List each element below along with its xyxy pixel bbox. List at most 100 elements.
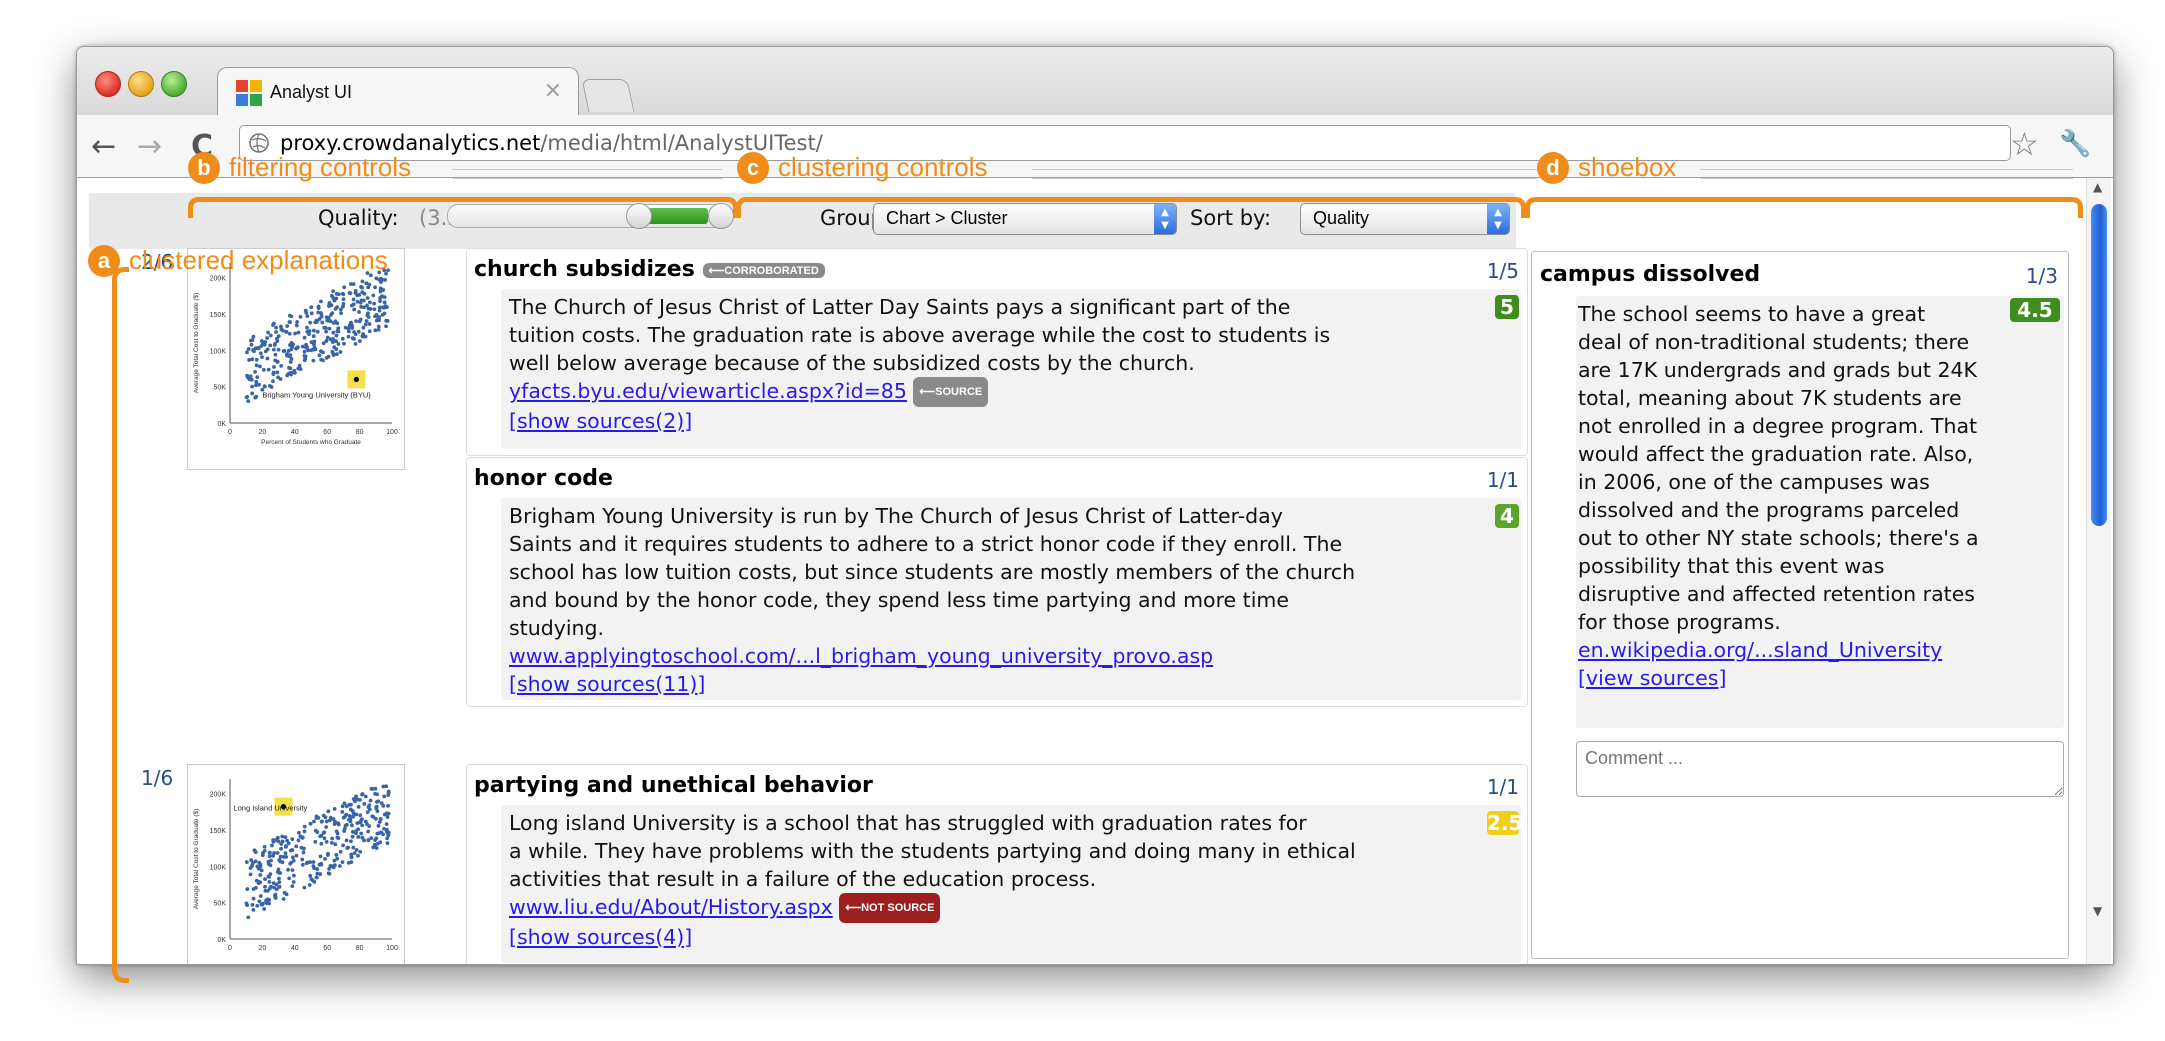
- scatter-chart: 0K 50K 100K 150K 200K 0 20 40 60 80 100 Average Tot…: [193, 779, 398, 952]
- scatter-point: [273, 838, 278, 843]
- scatter-thumbnail[interactable]: 0K 50K 100K 150K 200K 0 20 40 60 80 100 Average Tot…: [187, 248, 405, 470]
- corroborated-tag[interactable]: ⟵CORROBORATED: [702, 262, 825, 278]
- explanation-text: Long island University is a school that …: [509, 809, 1356, 951]
- scatter-point: [290, 855, 295, 860]
- scatter-point: [302, 349, 307, 354]
- scatter-point: [267, 875, 271, 879]
- bookmark-star-icon[interactable]: ☆: [2010, 125, 2039, 163]
- scatter-point: [351, 297, 356, 302]
- scatter-point: [327, 871, 332, 876]
- scatter-point: [287, 876, 292, 881]
- scatter-point: [323, 815, 328, 820]
- scatter-point: [277, 858, 282, 862]
- wrench-icon[interactable]: 🔧: [2059, 129, 2091, 159]
- annotation-b-leader: [452, 169, 722, 179]
- show-sources-link[interactable]: [show sources(11)]: [509, 670, 1355, 698]
- tab-close-icon[interactable]: ×: [544, 78, 562, 103]
- x-tick-label: 40: [291, 945, 299, 952]
- close-window-button[interactable]: [95, 71, 121, 97]
- text-line: deal of non-traditional students; there: [1578, 330, 1970, 354]
- minimize-window-button[interactable]: [128, 71, 154, 97]
- scatter-point: [266, 330, 270, 335]
- scatter-point: [321, 350, 325, 355]
- scatter-point: [245, 887, 250, 891]
- annotation-b-bracket: [188, 197, 738, 218]
- comment-field[interactable]: [1576, 741, 2064, 797]
- explanation-count: 1/1: [1486, 775, 1519, 799]
- scatter-point: [272, 365, 276, 369]
- scatter-point: [289, 314, 294, 319]
- y-tick-label: 200K: [210, 276, 227, 283]
- show-sources-link[interactable]: [show sources(4)]: [509, 923, 1356, 951]
- scatter-point: [258, 873, 263, 877]
- scroll-up-icon[interactable]: ▲: [2093, 180, 2102, 194]
- scatter-point: [259, 344, 264, 349]
- scatter-point: [322, 325, 327, 330]
- new-tab-button[interactable]: [581, 79, 635, 112]
- browser-tab[interactable]: Analyst UI ×: [217, 67, 579, 116]
- browser-window: Analyst UI × ← → C proxy.crowdanalytics.…: [76, 46, 2114, 965]
- scatter-point: [254, 379, 259, 384]
- view-sources-link[interactable]: [view sources]: [1578, 664, 1979, 692]
- scatter-point: [308, 860, 313, 865]
- source-link[interactable]: yfacts.byu.edu/viewarticle.aspx?id=85: [509, 379, 907, 403]
- source-link[interactable]: www.liu.edu/About/History.aspx: [509, 895, 833, 919]
- scatter-thumbnail[interactable]: 0K 50K 100K 150K 200K 0 20 40 60 80 100 Average Tot…: [187, 764, 405, 964]
- address-bar[interactable]: proxy.crowdanalytics.net/media/html/Anal…: [239, 125, 2011, 161]
- scatter-point: [385, 305, 389, 310]
- scatter-point: [347, 814, 352, 818]
- scatter-point: [288, 848, 293, 853]
- forward-arrow-icon[interactable]: →: [137, 129, 162, 164]
- scatter-point: [374, 804, 379, 809]
- scatter-point: [353, 342, 358, 346]
- scatter-chart: 0K 50K 100K 150K 200K 0 20 40 60 80 100 Average Tot…: [193, 263, 398, 446]
- scatter-point: [267, 880, 272, 884]
- scatter-point: [359, 284, 363, 289]
- x-tick-label: 0: [228, 945, 232, 952]
- shoebox-text: The school seems to have a great deal of…: [1578, 300, 1979, 692]
- scroll-down-icon[interactable]: ▼: [2093, 904, 2102, 918]
- scatter-point: [268, 333, 273, 338]
- scatter-point: [284, 892, 289, 897]
- scatter-point: [273, 895, 278, 899]
- scatter-point: [275, 851, 280, 855]
- source-link[interactable]: en.wikipedia.org/...sland_University: [1578, 636, 1979, 664]
- scatter-point: [264, 899, 269, 904]
- scatter-point: [350, 830, 355, 834]
- source-link[interactable]: www.applyingtoschool.com/...l_brigham_yo…: [509, 642, 1355, 670]
- scatter-point: [362, 305, 366, 310]
- scatter-point: [287, 331, 292, 336]
- scatter-point: [347, 802, 352, 807]
- scatter-point: [356, 853, 360, 858]
- source-tag[interactable]: ⟵SOURCE: [913, 377, 989, 407]
- annotation-d-bracket: [1525, 197, 2083, 218]
- annotation-a-bracket: [112, 267, 129, 983]
- scatter-point: [285, 373, 290, 378]
- scatter-point: [259, 339, 264, 343]
- scatter-point: [262, 844, 267, 849]
- scatter-point: [244, 395, 249, 400]
- scatter-point: [341, 297, 346, 302]
- not-source-tag[interactable]: ⟵NOT SOURCE: [839, 893, 941, 923]
- scatter-point: [252, 848, 257, 853]
- scatter-point: [284, 329, 288, 334]
- scatter-point: [290, 868, 295, 873]
- scatter-point: [256, 881, 261, 886]
- scatter-point: [266, 367, 271, 372]
- back-arrow-icon[interactable]: ←: [91, 129, 116, 164]
- scatter-point: [257, 860, 262, 865]
- highlight-point: [353, 376, 359, 382]
- scatter-point: [375, 792, 380, 797]
- scatter-point: [332, 822, 337, 827]
- scrollbar-thumb[interactable]: [2091, 204, 2107, 526]
- scatter-point: [368, 798, 373, 803]
- show-sources-link[interactable]: [show sources(2)]: [509, 407, 1330, 435]
- scatter-point: [351, 845, 356, 850]
- text-line: Long island University is a school that …: [509, 811, 1307, 835]
- annotation-b-marker: b: [188, 152, 220, 184]
- scatter-point: [276, 347, 281, 352]
- zoom-window-button[interactable]: [161, 71, 187, 97]
- scatter-point: [303, 356, 308, 361]
- annotation-c-bracket: [736, 197, 1526, 218]
- vertical-scrollbar[interactable]: ▲ ▼: [2086, 178, 2111, 964]
